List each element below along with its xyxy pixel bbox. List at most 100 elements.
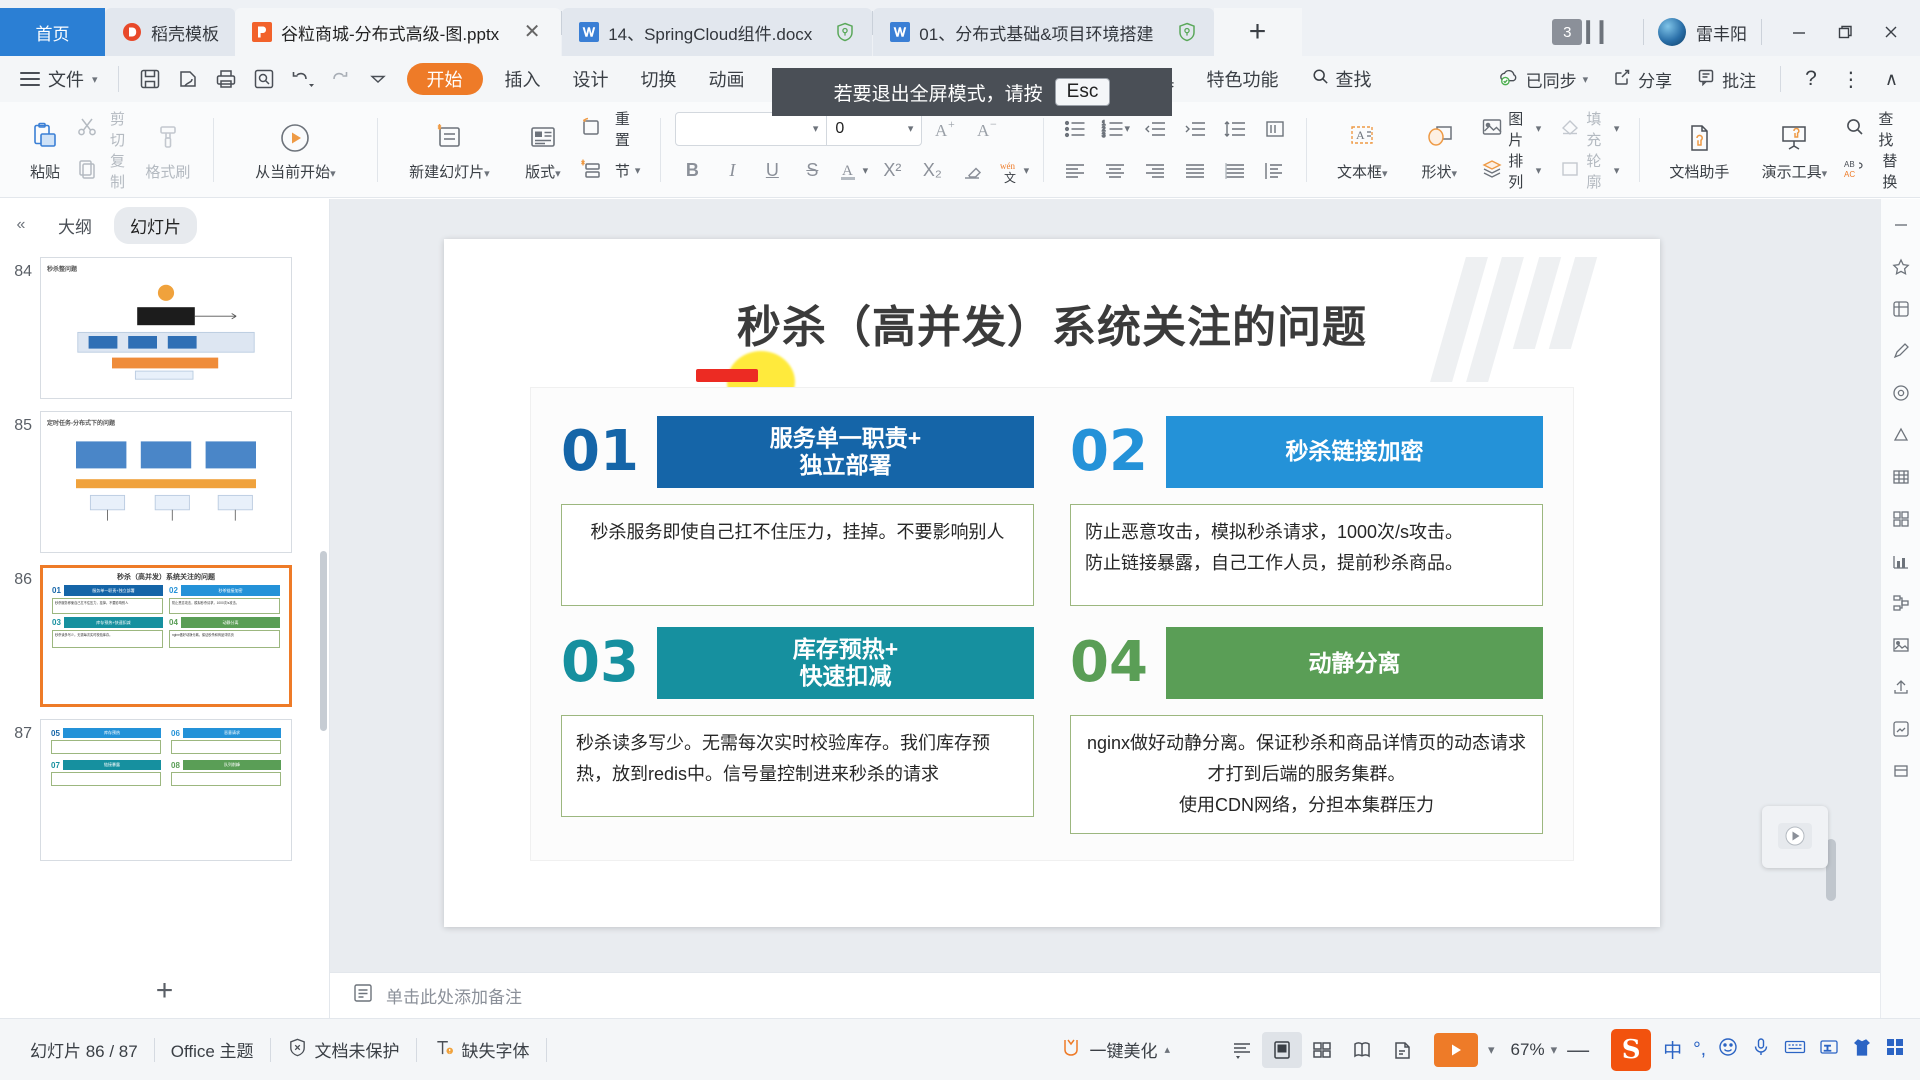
close-icon[interactable]: ✕ bbox=[519, 19, 545, 45]
beautify-button[interactable]: 一键美化 ▴ bbox=[1044, 1036, 1186, 1063]
clear-format-icon[interactable] bbox=[955, 154, 989, 188]
list-item[interactable]: 86 秒杀（高并发）系统关注的问题 01 服务单一职责+独立部署 秒杀服务即使自… bbox=[0, 559, 329, 713]
normal-view-icon[interactable] bbox=[1262, 1031, 1302, 1068]
bullet-list-icon[interactable] bbox=[1058, 112, 1092, 146]
frame-icon[interactable] bbox=[1885, 293, 1917, 325]
font-color-button[interactable]: A ▾ bbox=[835, 154, 869, 188]
text-direction-icon[interactable] bbox=[1258, 112, 1292, 146]
picture-icon[interactable] bbox=[1885, 713, 1917, 745]
grid-icon[interactable] bbox=[1885, 503, 1917, 535]
zoom-level[interactable]: 67% bbox=[1505, 1040, 1551, 1060]
ime-punctuation[interactable]: °, bbox=[1693, 1039, 1706, 1061]
favorite-icon[interactable] bbox=[1885, 251, 1917, 283]
arrange-button[interactable]: 排列 ▾ bbox=[1475, 150, 1547, 192]
slide-thumbnail-84[interactable]: 秒杀整问题 bbox=[40, 257, 292, 399]
apps-icon[interactable] bbox=[1884, 1036, 1906, 1063]
align-vertical-icon[interactable] bbox=[1258, 154, 1292, 188]
more-rail-icon[interactable] bbox=[1885, 755, 1917, 787]
tab-transition[interactable]: 切换 bbox=[625, 59, 693, 99]
picture-button[interactable]: 图片 ▾ bbox=[1475, 108, 1547, 150]
collapse-left-icon[interactable]: « bbox=[6, 210, 36, 240]
tab-slides[interactable]: 幻灯片 bbox=[114, 206, 197, 244]
increase-indent-icon[interactable] bbox=[1178, 112, 1212, 146]
tools-icon[interactable]: 工 bbox=[1818, 1036, 1840, 1063]
cloud-sync-button[interactable]: 已同步 ▾ bbox=[1486, 67, 1601, 92]
save-icon[interactable] bbox=[131, 60, 169, 98]
paste-button[interactable]: 粘贴 bbox=[14, 107, 76, 193]
justify-icon[interactable] bbox=[1178, 154, 1212, 188]
font-name-input[interactable]: ▾ bbox=[676, 113, 826, 145]
help-icon[interactable]: ? bbox=[1793, 67, 1829, 91]
play-options-chevron-down-icon[interactable]: ▾ bbox=[1478, 1042, 1505, 1058]
tab-docer-template[interactable]: 稻壳模板 bbox=[105, 8, 235, 56]
italic-button[interactable]: I bbox=[715, 154, 749, 188]
comment-button[interactable]: 批注 bbox=[1684, 67, 1768, 92]
avatar[interactable] bbox=[1658, 18, 1686, 46]
file-menu-button[interactable]: 文件 ▾ bbox=[12, 66, 106, 92]
floating-play-widget[interactable] bbox=[1762, 806, 1828, 868]
bold-button[interactable]: B bbox=[675, 154, 709, 188]
fill-button[interactable]: 填充 ▾ bbox=[1553, 108, 1625, 150]
strikethrough-button[interactable]: S bbox=[795, 154, 829, 188]
start-from-current-button[interactable]: 从当前开始▾ bbox=[228, 107, 363, 193]
slide-thumbnail-86-selected[interactable]: 秒杀（高并发）系统关注的问题 01 服务单一职责+独立部署 秒杀服务即使自己扛不… bbox=[40, 565, 292, 707]
align-center-icon[interactable] bbox=[1098, 154, 1132, 188]
close-window-button[interactable] bbox=[1868, 10, 1914, 54]
replace-row[interactable]: AB AC 替换 bbox=[1844, 152, 1906, 191]
layout-button[interactable]: 版式▾ bbox=[507, 107, 579, 193]
align-left-icon[interactable] bbox=[1058, 154, 1092, 188]
triangle-icon[interactable] bbox=[1885, 419, 1917, 451]
underline-button[interactable]: U bbox=[755, 154, 789, 188]
present-tools-button[interactable]: 演示工具▾ bbox=[1744, 107, 1844, 193]
slide-thumbnail-85[interactable]: 定时任务-分布式下的问题 bbox=[40, 411, 292, 553]
reading-view-icon[interactable] bbox=[1342, 1032, 1382, 1068]
font-size-input[interactable]: 0 ▾ bbox=[826, 112, 921, 145]
play-button[interactable] bbox=[1434, 1032, 1478, 1067]
skin-icon[interactable] bbox=[1851, 1036, 1873, 1063]
tab-featured[interactable]: 特色功能 bbox=[1191, 59, 1295, 99]
list-item[interactable]: 85 定时任务-分布式下的问题 bbox=[0, 405, 329, 559]
tab-docx-distributed-basics[interactable]: 01、分布式基础&项目环境搭建 bbox=[873, 8, 1214, 56]
add-slide-button[interactable]: + bbox=[0, 974, 329, 1008]
tab-outline[interactable]: 大纲 bbox=[42, 207, 108, 244]
document-protection-status[interactable]: 文档未保护 bbox=[271, 1037, 416, 1063]
customize-qat-icon[interactable] bbox=[359, 60, 397, 98]
theme-name[interactable]: Office 主题 bbox=[155, 1037, 270, 1062]
pen-icon[interactable] bbox=[1885, 335, 1917, 367]
slide-canvas-area[interactable]: 秒杀（高并发）系统关注的问题 01 服务单一职责+ 独立部署 秒杀服务即使自己扛… bbox=[330, 199, 1880, 1018]
cut-button[interactable]: 剪切 bbox=[76, 110, 137, 149]
note-view-icon[interactable] bbox=[1382, 1032, 1422, 1068]
distribute-icon[interactable] bbox=[1218, 154, 1252, 188]
slide-thumbnail-87[interactable]: 05 库存预热 06 恶意请求 07 链接暴露 08 队列削峰 bbox=[40, 719, 292, 861]
shape-button[interactable]: 形状▾ bbox=[1403, 107, 1475, 193]
format-painter-button[interactable]: 格式刷 bbox=[137, 107, 199, 193]
restore-button[interactable] bbox=[1822, 10, 1868, 54]
more-icon[interactable]: ⋮ bbox=[1829, 67, 1873, 92]
ime-mode[interactable]: 中 bbox=[1663, 1036, 1682, 1063]
doc-assistant-button[interactable]: 文档助手 bbox=[1654, 107, 1744, 193]
align-right-icon[interactable] bbox=[1138, 154, 1172, 188]
tab-pptx-gulimall[interactable]: 谷粒商城-分布式高级-图.pptx ✕ bbox=[235, 8, 562, 56]
text-effects-icon[interactable]: wén 文 ▾ bbox=[995, 154, 1030, 188]
print-icon[interactable] bbox=[207, 60, 245, 98]
share-out-icon[interactable] bbox=[1885, 671, 1917, 703]
rail-collapse-icon[interactable] bbox=[1885, 209, 1917, 241]
emoji-icon[interactable] bbox=[1717, 1036, 1739, 1063]
outline-view-icon[interactable] bbox=[1222, 1032, 1262, 1068]
tab-find[interactable]: 查找 bbox=[1295, 59, 1388, 99]
missing-font-status[interactable]: 缺失字体 bbox=[417, 1037, 546, 1063]
new-slide-button[interactable]: 新建幻灯片▾ bbox=[392, 107, 507, 193]
numbered-list-icon[interactable]: 123 ▾ bbox=[1098, 112, 1132, 146]
collapse-ribbon-icon[interactable]: ∧ bbox=[1873, 69, 1910, 90]
current-slide[interactable]: 秒杀（高并发）系统关注的问题 01 服务单一职责+ 独立部署 秒杀服务即使自己扛… bbox=[444, 239, 1660, 927]
mic-icon[interactable] bbox=[1750, 1036, 1772, 1063]
tab-design[interactable]: 设计 bbox=[557, 59, 625, 99]
tab-docx-springcloud[interactable]: 14、SpringCloud组件.docx bbox=[562, 8, 873, 56]
table-icon[interactable] bbox=[1885, 461, 1917, 493]
tab-animation[interactable]: 动画 bbox=[693, 59, 761, 99]
decrease-indent-icon[interactable] bbox=[1138, 112, 1172, 146]
tab-list-icon[interactable]: ▎▎ bbox=[1586, 20, 1615, 45]
print-preview-icon[interactable] bbox=[245, 60, 283, 98]
superscript-button[interactable]: X² bbox=[875, 154, 909, 188]
minimize-button[interactable] bbox=[1776, 10, 1822, 54]
